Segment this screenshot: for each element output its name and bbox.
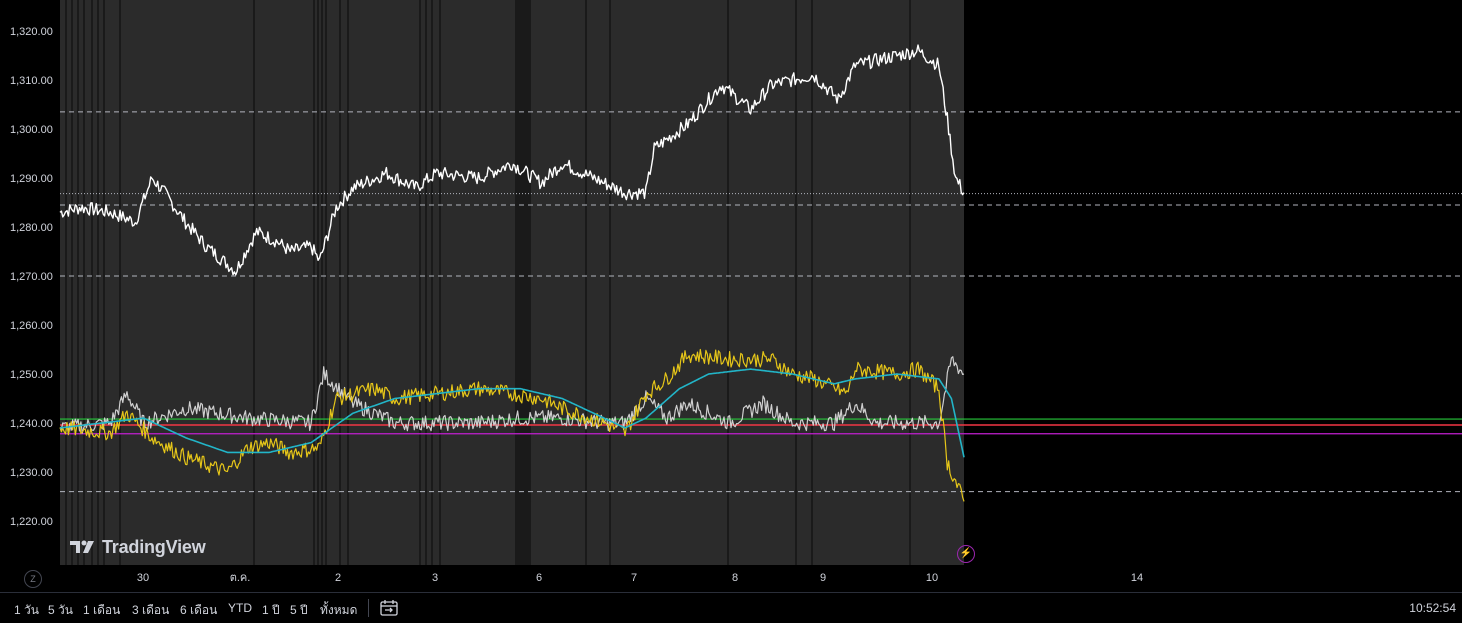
x-tick-label: 2 bbox=[335, 572, 341, 584]
x-tick-label: 7 bbox=[631, 572, 637, 584]
range-1-month-button[interactable]: 1 เดือน bbox=[83, 601, 120, 620]
range-3-month-button[interactable]: 3 เดือน bbox=[132, 601, 169, 620]
range-ytd-button[interactable]: YTD bbox=[228, 601, 252, 615]
x-tick-label: 6 bbox=[536, 572, 542, 584]
x-tick-label: ต.ค. bbox=[230, 572, 251, 584]
y-tick-label: 1,310.00 bbox=[10, 75, 53, 87]
y-tick-label: 1,250.00 bbox=[10, 369, 53, 381]
y-tick-label: 1,260.00 bbox=[10, 320, 53, 332]
range-1-year-button[interactable]: 1 ปี bbox=[262, 601, 280, 620]
bottom-toolbar: 1 วัน 5 วัน 1 เดือน 3 เดือน 6 เดือน YTD … bbox=[0, 592, 1462, 623]
range-6-month-button[interactable]: 6 เดือน bbox=[180, 601, 217, 620]
x-tick-label: 10 bbox=[926, 572, 938, 584]
x-tick-label: 14 bbox=[1131, 572, 1143, 584]
x-tick-label: 9 bbox=[820, 572, 826, 584]
y-tick-label: 1,290.00 bbox=[10, 173, 53, 185]
range-5-year-button[interactable]: 5 ปี bbox=[290, 601, 308, 620]
y-tick-label: 1,280.00 bbox=[10, 222, 53, 234]
x-tick-label: 30 bbox=[137, 572, 149, 584]
tradingview-logo[interactable]: TradingView bbox=[70, 536, 206, 558]
clock: 10:52:54 bbox=[1409, 601, 1456, 615]
range-all-button[interactable]: ทั้งหมด bbox=[320, 601, 357, 620]
tradingview-logo-icon bbox=[70, 540, 94, 553]
toolbar-divider bbox=[368, 599, 369, 617]
y-tick-label: 1,230.00 bbox=[10, 467, 53, 479]
x-tick-label: 3 bbox=[432, 572, 438, 584]
y-tick-label: 1,240.00 bbox=[10, 418, 53, 430]
y-tick-label: 1,320.00 bbox=[10, 26, 53, 38]
x-tick-label: 8 bbox=[732, 572, 738, 584]
y-tick-label: 1,220.00 bbox=[10, 516, 53, 528]
session-background bbox=[60, 0, 964, 565]
calendar-goto-icon[interactable] bbox=[378, 597, 400, 619]
scale-mode-button[interactable]: Z bbox=[24, 570, 42, 588]
price-chart[interactable]: 1,320.00 1,310.00 1,300.00 1,290.00 1,280.00… bbox=[0, 0, 1462, 592]
logo-text: TradingView bbox=[102, 536, 206, 557]
y-tick-label: 1,300.00 bbox=[10, 124, 53, 136]
range-5-day-button[interactable]: 5 วัน bbox=[48, 601, 73, 620]
y-tick-label: 1,270.00 bbox=[10, 271, 53, 283]
range-1-day-button[interactable]: 1 วัน bbox=[14, 601, 39, 620]
lightning-icon[interactable]: ⚡ bbox=[957, 545, 975, 563]
